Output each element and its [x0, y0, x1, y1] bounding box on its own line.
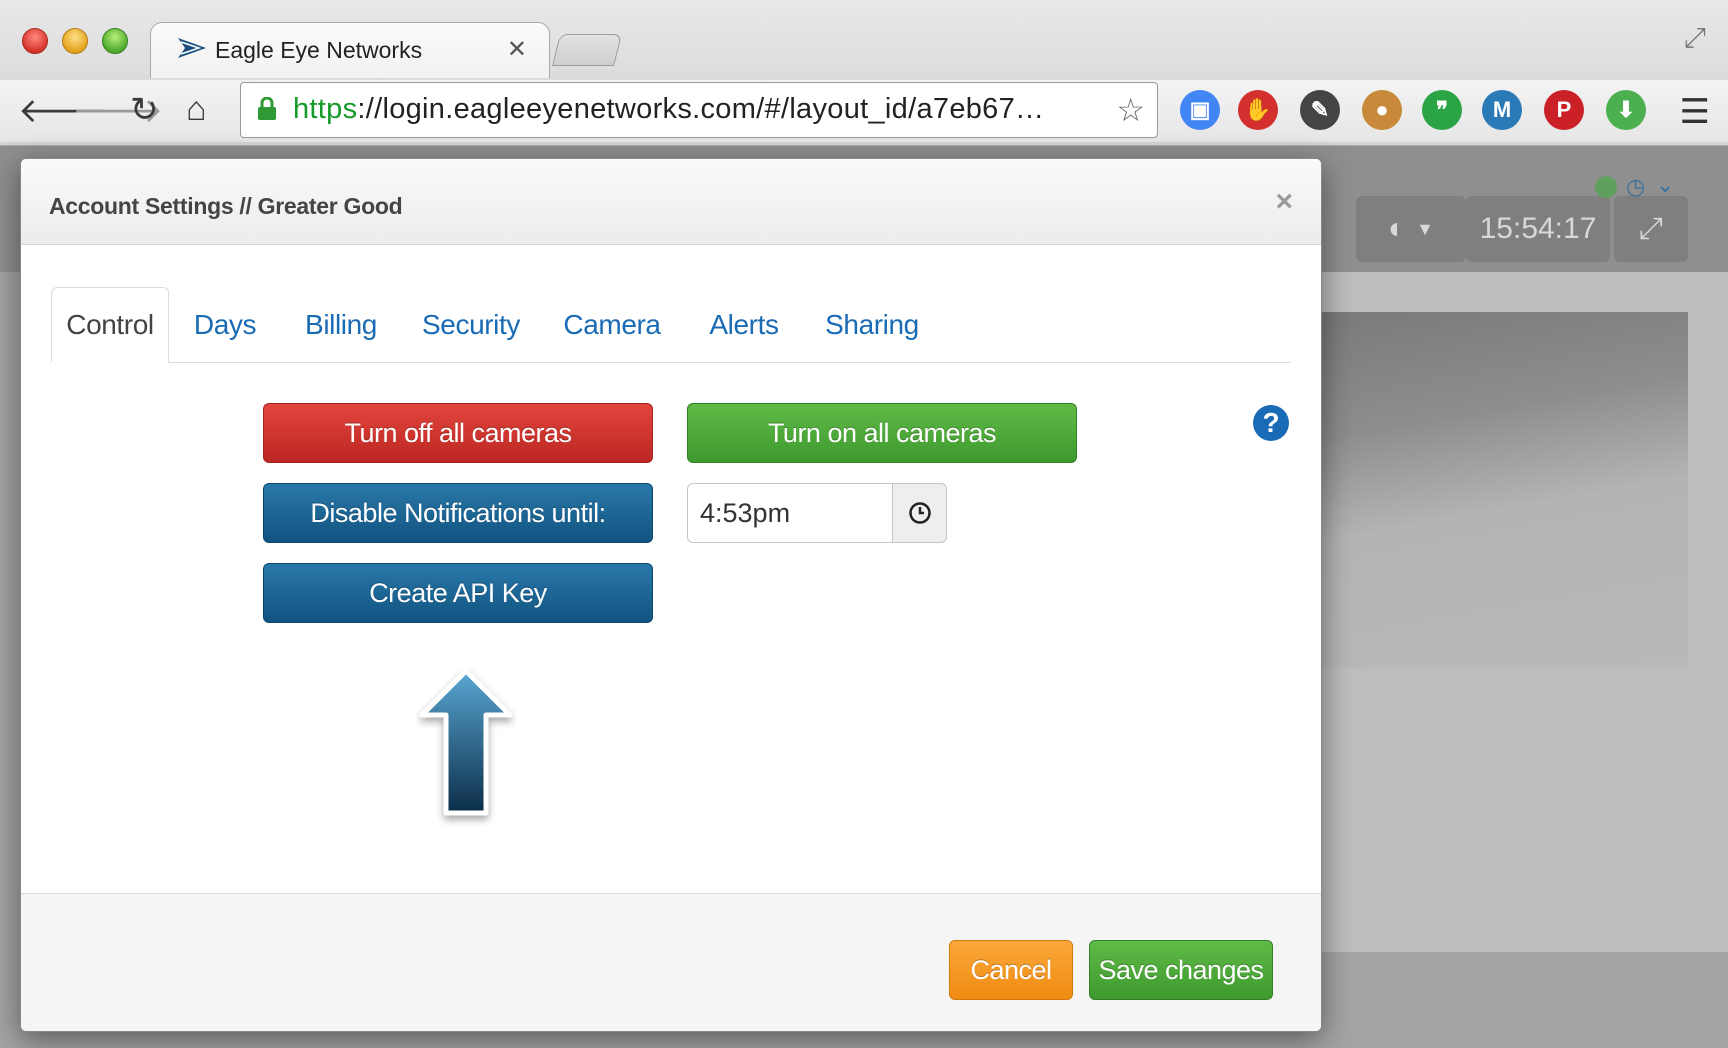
- settings-tabs: Control Days Billing Security Camera Ale…: [51, 287, 1291, 363]
- expand-icon[interactable]: ⤢: [1614, 196, 1688, 262]
- fullscreen-icon[interactable]: ⤢: [1684, 22, 1706, 55]
- lock-icon: [257, 96, 277, 120]
- tab-alerts[interactable]: Alerts: [683, 287, 805, 363]
- modal-footer: Cancel Save changes: [21, 893, 1321, 1031]
- url-scheme: https: [293, 93, 358, 125]
- reload-icon[interactable]: ↻: [130, 90, 159, 130]
- new-tab-button[interactable]: [552, 34, 622, 66]
- browser-tab[interactable]: Eagle Eye Networks ✕: [150, 22, 550, 78]
- zoom-window-button[interactable]: [102, 28, 128, 54]
- m-cloud-icon[interactable]: M: [1482, 90, 1522, 130]
- address-bar[interactable]: https://login.eagleeyenetworks.com/#/lay…: [240, 82, 1158, 138]
- clock-icon[interactable]: [893, 483, 947, 543]
- minimize-window-button[interactable]: [62, 28, 88, 54]
- caret-down-icon: ▼: [1416, 218, 1434, 239]
- tab-title: Eagle Eye Networks: [215, 37, 423, 63]
- tab-security[interactable]: Security: [401, 287, 541, 363]
- browser-toolbar: 🡐 🡒 ↻ ⌂ https://login.eagleeyenetworks.c…: [0, 80, 1728, 142]
- google-cast-icon[interactable]: ▣: [1180, 90, 1220, 130]
- help-question-icon[interactable]: ?: [1253, 405, 1289, 441]
- history-clock-icon[interactable]: ◷: [1626, 174, 1645, 200]
- camera-preview[interactable]: [1320, 312, 1688, 668]
- browser-chrome: Eagle Eye Networks ✕ ⤢ 🡐 🡒 ↻ ⌂ https://l…: [0, 0, 1728, 146]
- url-text: https://login.eagleeyenetworks.com/#/lay…: [293, 93, 1044, 126]
- close-window-button[interactable]: [22, 28, 48, 54]
- account-settings-modal: Account Settings // Greater Good × Contr…: [20, 158, 1322, 1032]
- modal-header: Account Settings // Greater Good ×: [21, 159, 1321, 245]
- modal-close-icon[interactable]: ×: [1275, 185, 1293, 219]
- download-icon[interactable]: ⬇: [1606, 90, 1646, 130]
- tab-days[interactable]: Days: [169, 287, 281, 363]
- save-changes-button[interactable]: Save changes: [1089, 940, 1273, 1000]
- tab-camera[interactable]: Camera: [541, 287, 683, 363]
- stop-hand-icon[interactable]: ✋: [1238, 90, 1278, 130]
- background-clock: 15:54:17: [1466, 196, 1610, 262]
- online-status-dot: [1595, 176, 1617, 198]
- turn-on-all-cameras-button[interactable]: Turn on all cameras: [687, 403, 1077, 463]
- bookmark-star-icon[interactable]: ☆: [1116, 91, 1145, 129]
- globe-icon: ◐: [1388, 212, 1407, 245]
- cookie-icon[interactable]: ●: [1362, 90, 1402, 130]
- menu-icon[interactable]: ☰: [1680, 92, 1710, 132]
- disable-notifications-button[interactable]: Disable Notifications until:: [263, 483, 653, 543]
- home-icon[interactable]: ⌂: [186, 90, 207, 129]
- modal-title: Account Settings // Greater Good: [49, 193, 403, 219]
- eagle-logo-icon: [177, 35, 207, 68]
- annotation-up-arrow-icon: [416, 667, 516, 832]
- notification-time-input[interactable]: [687, 483, 893, 543]
- hangouts-icon[interactable]: ❞: [1422, 90, 1462, 130]
- cancel-button[interactable]: Cancel: [949, 940, 1073, 1000]
- tab-sharing[interactable]: Sharing: [805, 287, 939, 363]
- turn-off-all-cameras-button[interactable]: Turn off all cameras: [263, 403, 653, 463]
- chevron-down-icon[interactable]: ⌄: [1656, 172, 1674, 198]
- wrench-icon[interactable]: ✎: [1300, 90, 1340, 130]
- tab-close-icon[interactable]: ✕: [507, 35, 527, 64]
- pinterest-icon[interactable]: P: [1544, 90, 1584, 130]
- tab-billing[interactable]: Billing: [281, 287, 401, 363]
- url-path: ://login.eagleeyenetworks.com/#/layout_i…: [357, 93, 1045, 125]
- globe-dropdown[interactable]: ◐ ▼: [1356, 196, 1466, 262]
- tab-control[interactable]: Control: [51, 287, 169, 363]
- create-api-key-button[interactable]: Create API Key: [263, 563, 653, 623]
